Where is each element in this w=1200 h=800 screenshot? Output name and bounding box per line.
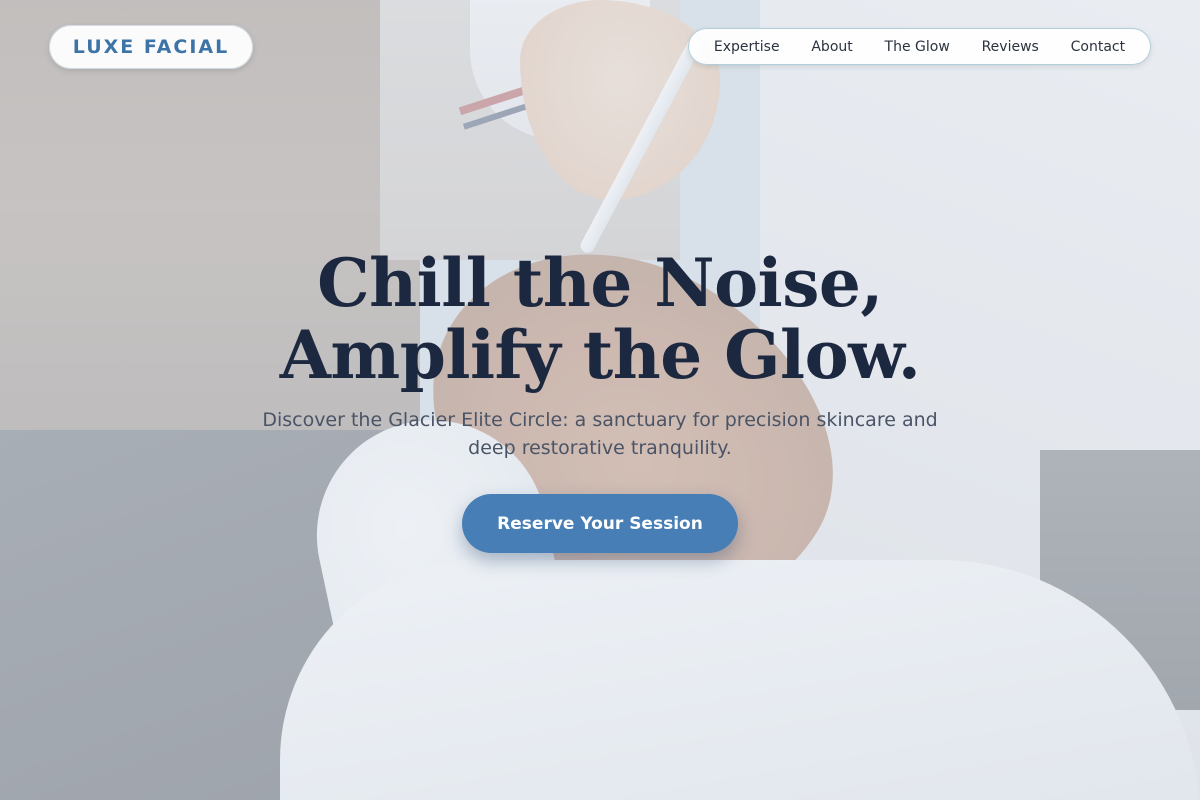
hero-headline: Chill the Noise, Amplify the Glow. <box>0 247 1200 391</box>
hero-section: LUXE FACIAL Expertise About The Glow Rev… <box>0 0 1200 800</box>
nav-link-expertise[interactable]: Expertise <box>714 39 780 55</box>
hero-subtitle: Discover the Glacier Elite Circle: a san… <box>262 409 938 459</box>
nav-link-reviews[interactable]: Reviews <box>982 39 1039 55</box>
hero-headline-line2: Amplify the Glow. <box>279 316 921 394</box>
nav-link-the-glow[interactable]: The Glow <box>885 39 950 55</box>
brand-logo[interactable]: LUXE FACIAL <box>49 25 253 69</box>
hero-overlay <box>0 0 1200 800</box>
hero-headline-line1: Chill the Noise, <box>317 244 883 322</box>
main-nav: Expertise About The Glow Reviews Contact <box>688 28 1151 65</box>
nav-link-contact[interactable]: Contact <box>1071 39 1125 55</box>
nav-link-about[interactable]: About <box>811 39 852 55</box>
reserve-session-button[interactable]: Reserve Your Session <box>462 494 738 553</box>
